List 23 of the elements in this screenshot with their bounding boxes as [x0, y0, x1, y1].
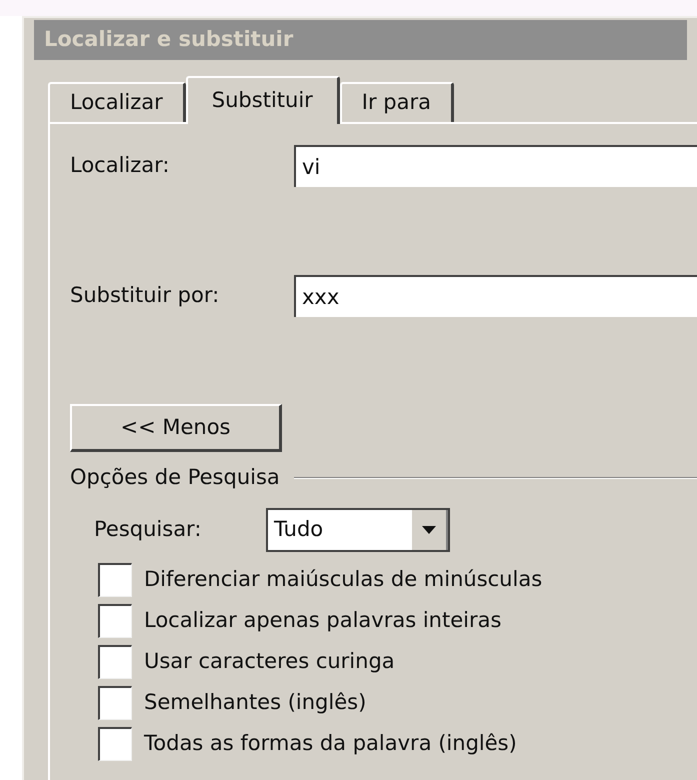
- checkbox-label: Todas as formas da palavra (inglês): [144, 730, 517, 758]
- checkbox-label: Semelhantes (inglês): [144, 689, 366, 716]
- checkbox-label: Localizar apenas palavras inteiras: [144, 607, 502, 634]
- checkbox[interactable]: [98, 686, 132, 720]
- checkbox[interactable]: [98, 563, 132, 597]
- group-title: Opções de Pesquisa: [70, 464, 280, 491]
- input-field[interactable]: vi: [294, 145, 697, 187]
- checkbox-label: Diferenciar maiúsculas de minúsculas: [144, 566, 542, 594]
- less-button[interactable]: << Menos: [70, 404, 282, 452]
- checkbox[interactable]: [98, 727, 132, 761]
- dropdown-arrow-icon: [422, 526, 436, 534]
- input-field[interactable]: xxx: [294, 275, 697, 317]
- search-dropdown[interactable]: Tudo: [266, 508, 450, 552]
- checkbox-label: Usar caracteres curinga: [144, 648, 395, 676]
- field-label: Substituir por:: [70, 282, 220, 310]
- checkbox[interactable]: [98, 604, 132, 638]
- field-label: Localizar:: [70, 152, 170, 180]
- window-title: Localizar e substituir: [44, 26, 294, 54]
- tab[interactable]: Ir para: [340, 82, 454, 122]
- tab[interactable]: Substituir: [186, 76, 340, 124]
- tab[interactable]: Localizar: [48, 82, 186, 122]
- search-label: Pesquisar:: [94, 516, 202, 543]
- checkbox[interactable]: [98, 645, 132, 679]
